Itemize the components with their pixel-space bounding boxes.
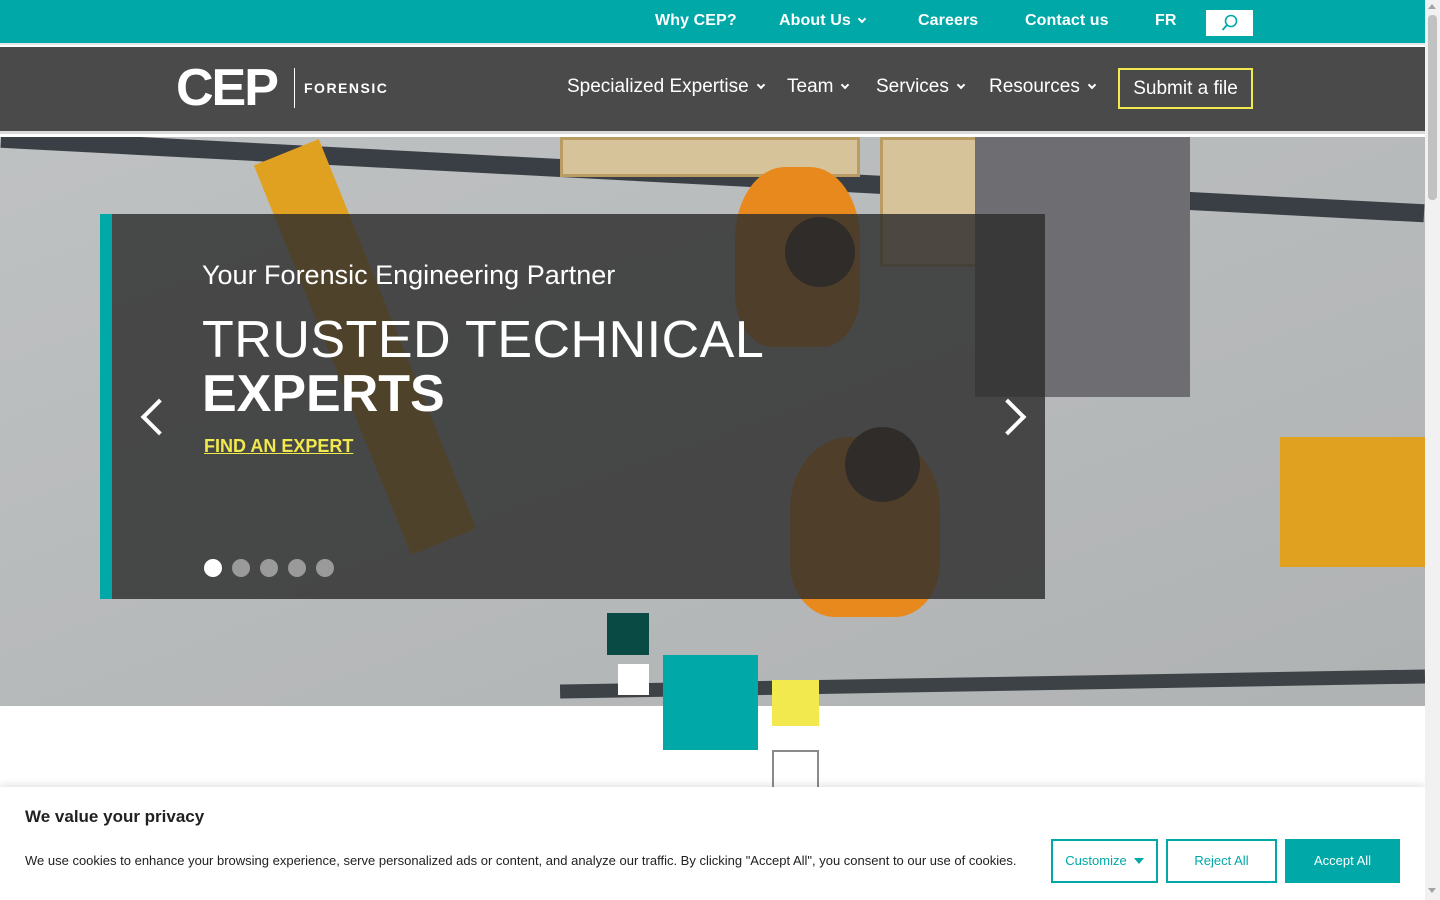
- main-navigation: CEP FORENSIC Specialized Expertise Team …: [0, 47, 1425, 134]
- slide-dot-1[interactable]: [204, 559, 222, 577]
- nav-services[interactable]: Services: [876, 76, 966, 98]
- logo-divider: [294, 68, 295, 108]
- decor-square-outline: [772, 750, 819, 790]
- scroll-thumb[interactable]: [1428, 15, 1437, 200]
- search-icon: [1221, 14, 1238, 31]
- nav-team[interactable]: Team: [787, 76, 850, 98]
- slide-dot-2[interactable]: [232, 559, 250, 577]
- slide-subtitle: Your Forensic Engineering Partner: [202, 260, 616, 290]
- nav-services-label: Services: [876, 76, 949, 97]
- logo-text: CEP: [176, 59, 279, 117]
- chevron-right-icon[interactable]: [989, 398, 1027, 436]
- hero-banner: Your Forensic Engineering Partner TRUSTE…: [0, 137, 1425, 706]
- yellow-machinery: [1280, 437, 1425, 567]
- nav-specialized-expertise[interactable]: Specialized Expertise: [567, 76, 765, 98]
- submit-file-button[interactable]: Submit a file: [1118, 68, 1253, 109]
- scroll-down-icon[interactable]: [1428, 888, 1436, 893]
- chevron-down-icon: [857, 14, 867, 24]
- slide-dot-3[interactable]: [260, 559, 278, 577]
- utility-bar: Why CEP? About Us Careers Contact us FR: [0, 0, 1425, 45]
- chevron-down-icon: [756, 80, 765, 90]
- logo-subtitle: FORENSIC: [304, 80, 389, 96]
- nav-team-label: Team: [787, 76, 834, 97]
- cookie-banner: We value your privacy We use cookies to …: [0, 787, 1425, 900]
- chevron-down-icon: [956, 80, 966, 90]
- customize-label: Customize: [1065, 853, 1127, 868]
- chevron-left-icon[interactable]: [140, 398, 178, 436]
- cookie-title: We value your privacy: [25, 807, 205, 826]
- nav-careers[interactable]: Careers: [918, 12, 978, 30]
- nav-about-us-label: About Us: [779, 12, 851, 29]
- nav-about-us[interactable]: About Us: [779, 12, 867, 30]
- slide-caption: Your Forensic Engineering Partner TRUSTE…: [100, 214, 1045, 599]
- slide-title-line1: TRUSTED TECHNICAL: [202, 311, 765, 369]
- caret-down-icon: [1133, 858, 1144, 864]
- decor-square-teal: [663, 655, 758, 750]
- reject-all-button[interactable]: Reject All: [1166, 839, 1277, 883]
- nav-specialized-expertise-label: Specialized Expertise: [567, 76, 749, 97]
- customize-button[interactable]: Customize: [1051, 839, 1158, 883]
- slide-title-line2: EXPERTS: [202, 365, 445, 423]
- scroll-up-icon[interactable]: [1428, 4, 1436, 9]
- slide-dot-4[interactable]: [288, 559, 306, 577]
- cookie-text: We use cookies to enhance your browsing …: [25, 853, 1017, 868]
- slide-dot-5[interactable]: [316, 559, 334, 577]
- decor-square-dark: [607, 613, 649, 655]
- nav-resources[interactable]: Resources: [989, 76, 1097, 98]
- accept-all-button[interactable]: Accept All: [1285, 839, 1400, 883]
- page-scrollbar[interactable]: [1425, 0, 1440, 900]
- find-expert-link[interactable]: FIND AN EXPERT: [204, 436, 353, 457]
- nav-why-cep[interactable]: Why CEP?: [655, 12, 737, 30]
- nav-contact-us[interactable]: Contact us: [1025, 12, 1109, 30]
- language-switch[interactable]: FR: [1155, 12, 1177, 30]
- chevron-down-icon: [841, 80, 850, 90]
- slide-dots: [204, 559, 334, 577]
- decor-square-yellow: [772, 680, 819, 726]
- search-button[interactable]: [1206, 10, 1253, 36]
- decor-square-white: [618, 664, 649, 695]
- chevron-down-icon: [1087, 80, 1097, 90]
- nav-resources-label: Resources: [989, 76, 1080, 97]
